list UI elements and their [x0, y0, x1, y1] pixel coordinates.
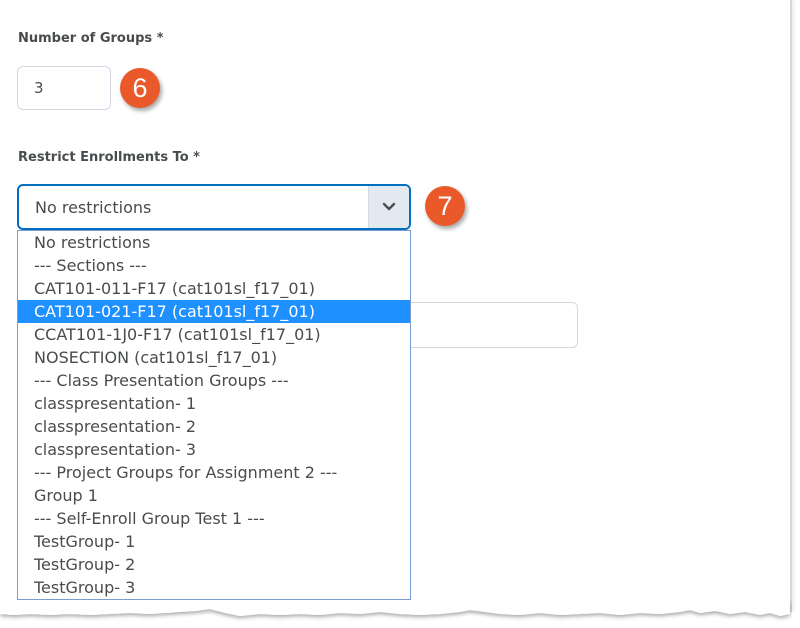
chevron-down-icon[interactable]: [368, 186, 409, 228]
dropdown-option[interactable]: classpresentation- 3: [18, 438, 410, 461]
dropdown-group-header: --- Project Groups for Assignment 2 ---: [34, 463, 338, 482]
dropdown-option[interactable]: TestGroup- 3: [18, 576, 410, 599]
dropdown-option[interactable]: CCAT101-1J0-F17 (cat101sl_f17_01): [18, 323, 410, 346]
dropdown-option[interactable]: TestGroup- 2: [18, 553, 410, 576]
dropdown-group-header: --- Self-Enroll Group Test 1 ---: [34, 509, 265, 528]
form-page: Number of Groups * 3 6 Restrict Enrollme…: [0, 0, 792, 612]
torn-edge: [0, 600, 790, 616]
restrict-enrollments-label: Restrict Enrollments To *: [18, 150, 200, 165]
dropdown-option[interactable]: classpresentation- 1: [18, 392, 410, 415]
number-of-groups-label: Number of Groups *: [18, 31, 164, 46]
number-of-groups-input[interactable]: 3: [17, 66, 111, 110]
dropdown-option[interactable]: NOSECTION (cat101sl_f17_01): [18, 346, 410, 369]
restrict-enrollments-select[interactable]: No restrictions: [17, 184, 411, 230]
restrict-enrollments-dropdown-list: No restrictions --- Sections --- CAT101-01…: [17, 230, 411, 600]
dropdown-option[interactable]: CAT101-011-F17 (cat101sl_f17_01): [18, 277, 410, 300]
dropdown-option[interactable]: classpresentation- 2: [18, 415, 410, 438]
callout-badge-7: 7: [425, 186, 465, 226]
select-value: No restrictions: [35, 198, 152, 217]
dropdown-option[interactable]: No restrictions: [18, 231, 410, 254]
callout-badge-6: 6: [120, 68, 160, 108]
dropdown-group-header: --- Sections ---: [34, 256, 147, 275]
dropdown-group-header: --- Class Presentation Groups ---: [34, 371, 289, 390]
dropdown-option[interactable]: TestGroup- 1: [18, 530, 410, 553]
dropdown-option[interactable]: Group 1: [18, 484, 410, 507]
dropdown-option[interactable]: CAT101-021-F17 (cat101sl_f17_01): [18, 300, 410, 323]
